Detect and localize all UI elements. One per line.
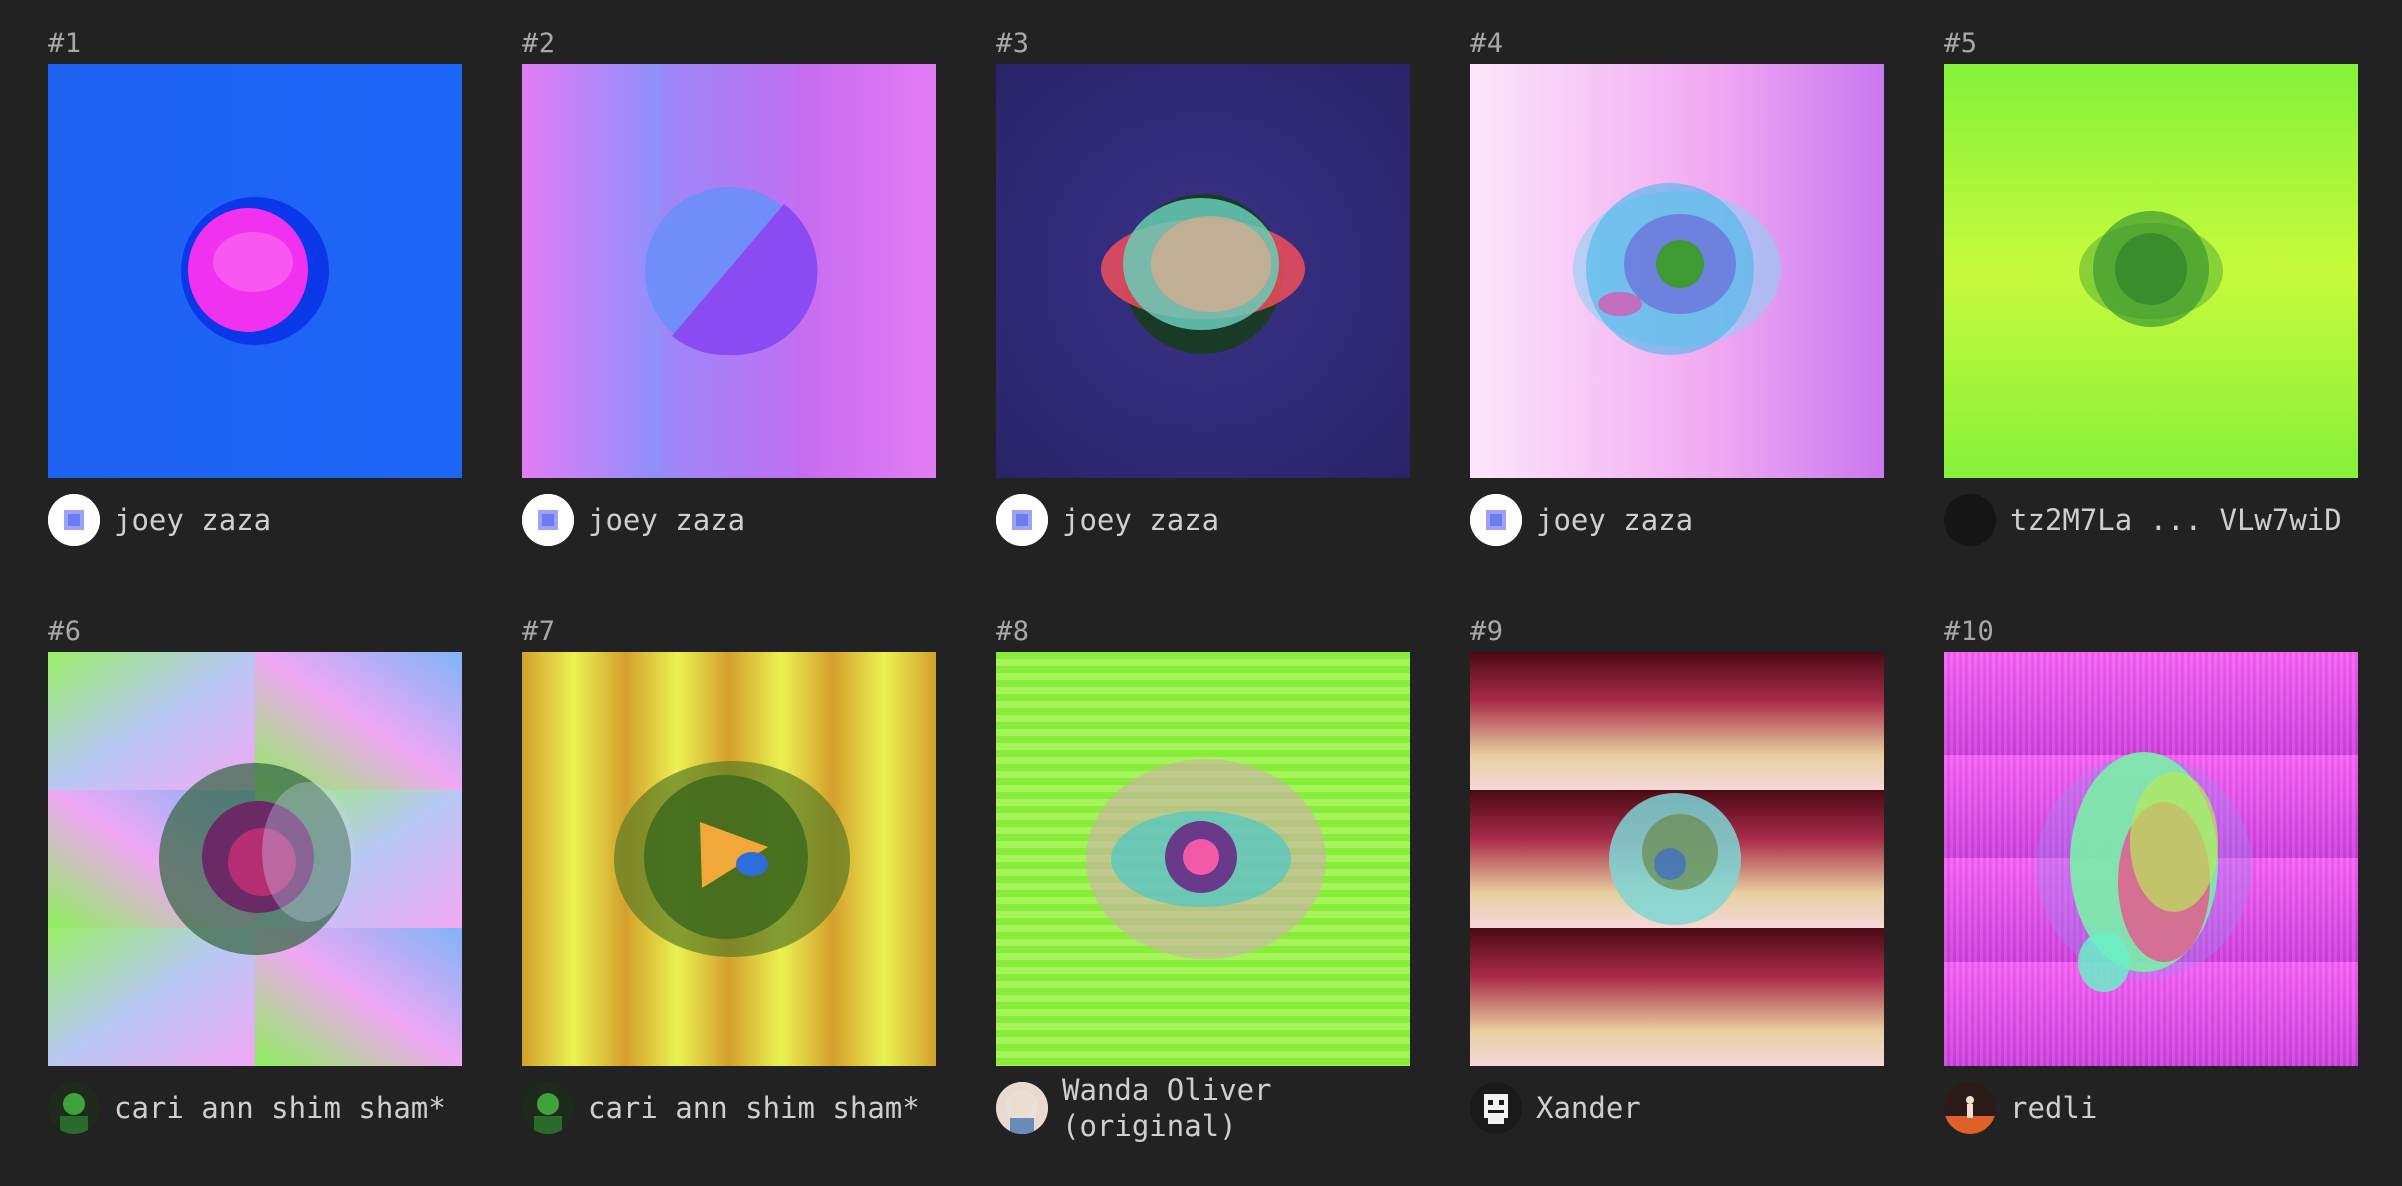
owner-link[interactable]: joey zaza [522, 494, 936, 546]
owner-name: Xander [1536, 1091, 1641, 1125]
rank-label: #7 [522, 616, 556, 647]
artwork-card: #2 joey zaza [522, 24, 936, 588]
owner-link[interactable]: cari ann shim sham* [522, 1082, 936, 1134]
owner-name: joey zaza [588, 503, 746, 537]
owner-name: joey zaza [1062, 503, 1220, 537]
avatar [1470, 494, 1522, 546]
owner-link[interactable]: joey zaza [996, 494, 1410, 546]
artwork-thumbnail[interactable] [1944, 64, 2358, 478]
owner-link[interactable]: cari ann shim sham* [48, 1082, 462, 1134]
rank-label: #2 [522, 28, 556, 59]
artwork-thumbnail[interactable] [1470, 652, 1884, 1066]
artwork-card: #7 cari ann shim sham* [522, 612, 936, 1176]
owner-name: cari ann shim sham* [588, 1091, 920, 1125]
owner-link[interactable]: redli [1944, 1082, 2358, 1134]
artwork-card: #3 joey zaza [996, 24, 1410, 588]
avatar [48, 1082, 100, 1134]
artwork-thumbnail[interactable] [522, 64, 936, 478]
avatar [522, 1082, 574, 1134]
artwork-card: #9 Xander [1470, 612, 1884, 1176]
avatar [1944, 494, 1996, 546]
owner-link[interactable]: joey zaza [48, 494, 462, 546]
rank-label: #3 [996, 28, 1030, 59]
artwork-card: #4 joey zaza [1470, 24, 1884, 588]
owner-link[interactable]: tz2M7La ... VLw7wiD [1944, 494, 2358, 546]
avatar [522, 494, 574, 546]
owner-name: tz2M7La ... VLw7wiD [2010, 503, 2342, 537]
artwork-card: #8 Wanda Oliver (original) [996, 612, 1410, 1176]
avatar [48, 494, 100, 546]
rank-label: #1 [48, 28, 82, 59]
rank-label: #9 [1470, 616, 1504, 647]
owner-link[interactable]: joey zaza [1470, 494, 1884, 546]
rank-label: #10 [1944, 616, 1995, 647]
artwork-card: #5 tz2M7La ... VLw7wiD [1944, 24, 2358, 588]
owner-link[interactable]: Wanda Oliver (original) [996, 1073, 1410, 1143]
artwork-thumbnail[interactable] [996, 652, 1410, 1066]
artwork-thumbnail[interactable] [522, 652, 936, 1066]
artwork-thumbnail[interactable] [48, 64, 462, 478]
owner-name: cari ann shim sham* [114, 1091, 446, 1125]
rank-label: #5 [1944, 28, 1978, 59]
owner-name: joey zaza [1536, 503, 1694, 537]
artwork-thumbnail[interactable] [48, 652, 462, 1066]
artwork-card: #6 cari ann shim sham* [48, 612, 462, 1176]
owner-link[interactable]: Xander [1470, 1082, 1884, 1134]
rank-label: #8 [996, 616, 1030, 647]
avatar [1944, 1082, 1996, 1134]
artwork-thumbnail[interactable] [1944, 652, 2358, 1066]
avatar [996, 494, 1048, 546]
artwork-grid: #1 joey zaza #2 joey zaza #3 joey zaza #… [48, 24, 2358, 1176]
artwork-card: #10 redli [1944, 612, 2358, 1176]
rank-label: #4 [1470, 28, 1504, 59]
artwork-thumbnail[interactable] [1470, 64, 1884, 478]
rank-label: #6 [48, 616, 82, 647]
owner-name: redli [2010, 1091, 2098, 1125]
owner-name: Wanda Oliver (original) [1062, 1073, 1272, 1143]
avatar [996, 1082, 1048, 1134]
artwork-thumbnail[interactable] [996, 64, 1410, 478]
artwork-card: #1 joey zaza [48, 24, 462, 588]
avatar [1470, 1082, 1522, 1134]
owner-name: joey zaza [114, 503, 272, 537]
